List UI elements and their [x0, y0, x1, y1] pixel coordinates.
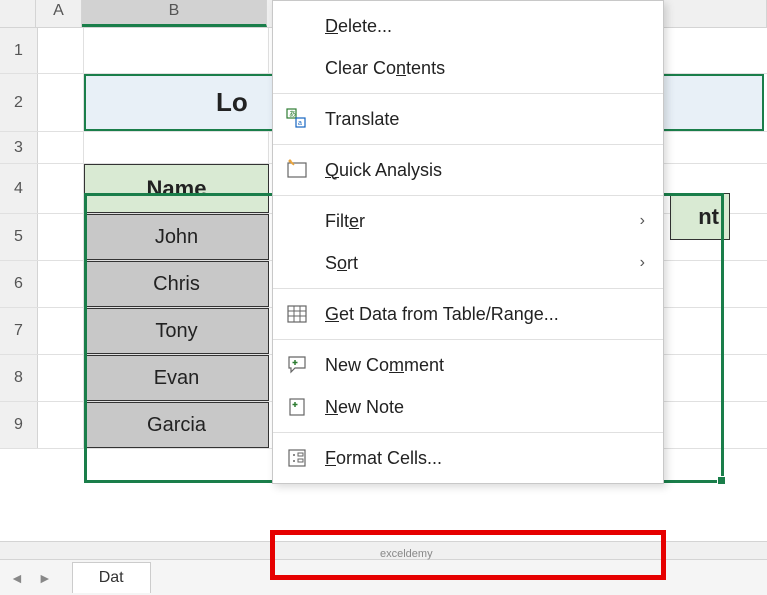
row-header-7[interactable]: 7	[0, 308, 38, 354]
blank-icon	[283, 207, 311, 235]
tab-nav-prev-icon[interactable]: ◄	[10, 570, 24, 586]
tab-nav-controls[interactable]: ◄ ►	[10, 570, 52, 586]
menu-separator	[273, 144, 663, 145]
menu-new-comment[interactable]: New Comment	[273, 344, 663, 386]
column-header-A[interactable]: A	[36, 0, 82, 27]
cell-A6[interactable]	[38, 261, 84, 307]
menu-label: Delete...	[325, 16, 645, 37]
comment-icon	[283, 351, 311, 379]
row-header-9[interactable]: 9	[0, 402, 38, 448]
svg-text:あ: あ	[289, 110, 296, 118]
menu-label: New Note	[325, 397, 645, 418]
fill-handle[interactable]	[717, 476, 726, 485]
blank-icon	[283, 54, 311, 82]
menu-separator	[273, 339, 663, 340]
cell-A1[interactable]	[38, 28, 84, 73]
row-header-3[interactable]: 3	[0, 132, 38, 163]
blank-icon	[283, 12, 311, 40]
menu-label: Quick Analysis	[325, 160, 645, 181]
submenu-arrow-icon: ›	[640, 254, 645, 272]
row-header-8[interactable]: 8	[0, 355, 38, 401]
menu-label: New Comment	[325, 355, 645, 376]
menu-separator	[273, 93, 663, 94]
row-header-2[interactable]: 2	[0, 74, 38, 131]
cell-A4[interactable]	[38, 164, 84, 213]
menu-separator	[273, 195, 663, 196]
table-header-name[interactable]: Name	[84, 164, 269, 213]
row-header-4[interactable]: 4	[0, 164, 38, 213]
menu-label: Get Data from Table/Range...	[325, 304, 645, 325]
row-header-5[interactable]: 5	[0, 214, 38, 260]
data-cell[interactable]: Garcia	[84, 402, 269, 448]
data-cell[interactable]: Evan	[84, 355, 269, 401]
row-header-1[interactable]: 1	[0, 28, 38, 73]
sheet-tab[interactable]: Dat	[72, 562, 151, 593]
cell-A7[interactable]	[38, 308, 84, 354]
translate-icon: あa	[283, 105, 311, 133]
context-menu: Delete... Clear Contents あa Translate Qu…	[272, 0, 664, 484]
blank-icon	[283, 249, 311, 277]
menu-filter[interactable]: Filter ›	[273, 200, 663, 242]
menu-delete[interactable]: Delete...	[273, 5, 663, 47]
table-header-right-partial: nt	[670, 193, 725, 240]
watermark-text: exceldemy	[380, 548, 433, 560]
sheet-tabs-bar: ◄ ► Dat	[0, 559, 767, 595]
data-cell[interactable]: Chris	[84, 261, 269, 307]
menu-quick-analysis[interactable]: Quick Analysis	[273, 149, 663, 191]
tab-nav-next-icon[interactable]: ►	[38, 570, 52, 586]
menu-new-note[interactable]: New Note	[273, 386, 663, 428]
cell-A3[interactable]	[38, 132, 84, 163]
menu-separator	[273, 288, 663, 289]
menu-label: Translate	[325, 109, 645, 130]
menu-label: Clear Contents	[325, 58, 645, 79]
cell-A5[interactable]	[38, 214, 84, 260]
menu-separator	[273, 432, 663, 433]
menu-get-data[interactable]: Get Data from Table/Range...	[273, 293, 663, 335]
cell-A2[interactable]	[38, 74, 84, 131]
cell-A9[interactable]	[38, 402, 84, 448]
menu-sort[interactable]: Sort ›	[273, 242, 663, 284]
quick-analysis-icon	[283, 156, 311, 184]
menu-label: Format Cells...	[325, 448, 645, 469]
header-right-text: nt	[670, 193, 730, 240]
column-header-B[interactable]: B	[82, 0, 267, 27]
menu-format-cells[interactable]: Format Cells...	[273, 437, 663, 479]
menu-label: Sort	[325, 253, 640, 274]
table-icon	[283, 300, 311, 328]
menu-clear-contents[interactable]: Clear Contents	[273, 47, 663, 89]
note-icon	[283, 393, 311, 421]
cell-B3[interactable]	[84, 132, 269, 163]
menu-translate[interactable]: あa Translate	[273, 98, 663, 140]
submenu-arrow-icon: ›	[640, 212, 645, 230]
cell-B1[interactable]	[84, 28, 269, 73]
menu-label: Filter	[325, 211, 640, 232]
row-header-6[interactable]: 6	[0, 261, 38, 307]
svg-text:a: a	[298, 120, 302, 127]
data-cell[interactable]: Tony	[84, 308, 269, 354]
format-cells-icon	[283, 444, 311, 472]
data-cell[interactable]: John	[84, 214, 269, 260]
cell-A8[interactable]	[38, 355, 84, 401]
select-all-corner[interactable]	[0, 0, 36, 27]
